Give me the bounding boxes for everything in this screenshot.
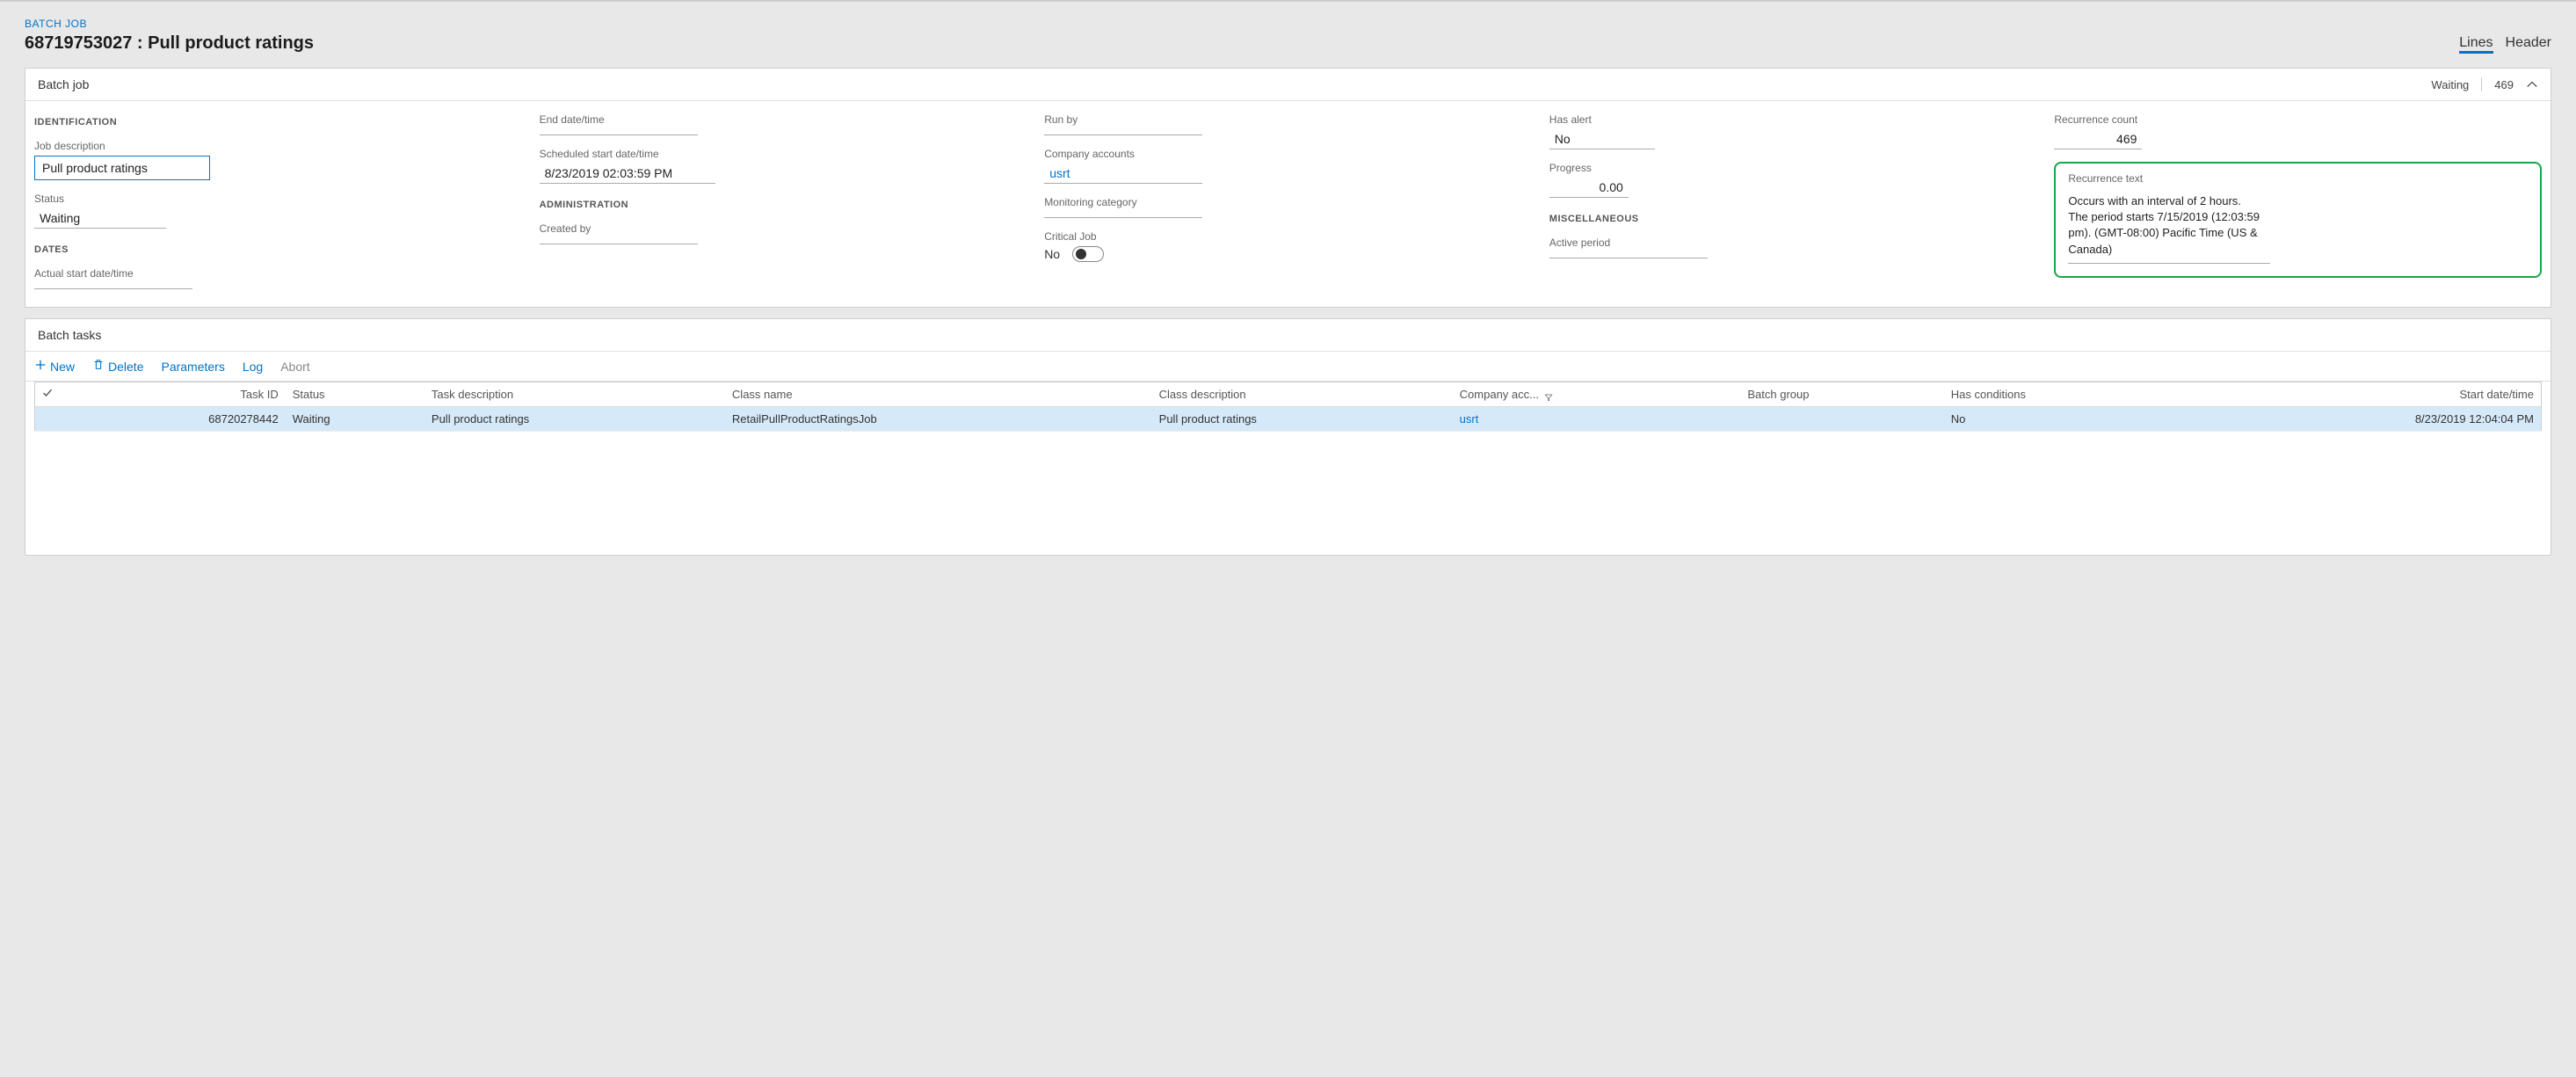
col-alert-misc: Has alert No Progress 0.00 MISCELLANEOUS…	[1549, 113, 2037, 289]
batch-tasks-title: Batch tasks	[38, 328, 101, 342]
col-identification: IDENTIFICATION Job description Status Wa…	[34, 113, 522, 289]
scheduled-start-label: Scheduled start date/time	[540, 148, 1027, 160]
monitoring-category-label: Monitoring category	[1044, 196, 1532, 208]
progress-value: 0.00	[1549, 178, 1629, 198]
run-by-value	[1044, 129, 1202, 135]
critical-job-value: No	[1044, 247, 1060, 261]
col-class-description[interactable]: Class description	[1152, 382, 1453, 407]
status-label: Status	[34, 193, 522, 205]
title-row: 68719753027 : Pull product ratings Lines…	[25, 33, 2551, 54]
cell-class-name: RetailPullProductRatingsJob	[725, 407, 1152, 432]
cell-company-accounts[interactable]: usrt	[1453, 407, 1741, 432]
critical-job-label: Critical Job	[1044, 230, 1532, 243]
progress-label: Progress	[1549, 162, 2037, 174]
company-accounts-label: Company accounts	[1044, 148, 1532, 160]
col-dates-admin: End date/time Scheduled start date/time …	[540, 113, 1027, 289]
cell-class-description: Pull product ratings	[1152, 407, 1453, 432]
cell-status: Waiting	[286, 407, 424, 432]
administration-heading: ADMINISTRATION	[540, 200, 1027, 210]
col-select[interactable]	[35, 382, 61, 407]
batch-tasks-grid: Task ID Status Task description Class na…	[34, 382, 2542, 432]
col-company-accounts[interactable]: Company acc...	[1453, 382, 1741, 407]
col-status[interactable]: Status	[286, 382, 424, 407]
grid-header-row: Task ID Status Task description Class na…	[35, 382, 2542, 407]
job-description-label: Job description	[34, 140, 522, 152]
active-period-value	[1549, 252, 1708, 258]
breadcrumb[interactable]: BATCH JOB	[25, 18, 2551, 30]
batch-job-panel-title: Batch job	[38, 77, 89, 91]
col-start-date[interactable]: Start date/time	[2183, 382, 2542, 407]
job-description-input[interactable]	[34, 156, 210, 180]
recurrence-text-value: Occurs with an interval of 2 hours. The …	[2068, 188, 2270, 264]
batch-job-panel-header[interactable]: Batch job Waiting 469	[25, 69, 2551, 101]
tab-lines[interactable]: Lines	[2459, 35, 2493, 54]
grid-empty-space	[25, 440, 2551, 555]
status-value: Waiting	[34, 208, 166, 229]
end-date-value	[540, 129, 698, 135]
cell-task-id: 68720278442	[60, 407, 286, 432]
has-alert-value: No	[1549, 129, 1655, 149]
cell-start-date: 8/23/2019 12:04:04 PM	[2183, 407, 2542, 432]
filter-icon[interactable]	[1544, 391, 1553, 400]
batch-tasks-toolbar: New Delete Parameters Log Abort	[25, 352, 2551, 382]
col-has-conditions[interactable]: Has conditions	[1944, 382, 2183, 407]
tab-header[interactable]: Header	[2506, 35, 2551, 54]
col-batch-group[interactable]: Batch group	[1740, 382, 1943, 407]
cell-batch-group	[1740, 407, 1943, 432]
page-root: BATCH JOB 68719753027 : Pull product rat…	[0, 2, 2576, 582]
actual-start-value	[34, 283, 192, 289]
created-by-value	[540, 238, 698, 244]
parameters-button[interactable]: Parameters	[161, 360, 224, 374]
col-task-id[interactable]: Task ID	[60, 382, 286, 407]
recurrence-text-label: Recurrence text	[2068, 172, 2528, 185]
batch-job-count-summary: 469	[2494, 78, 2514, 91]
chevron-up-icon[interactable]	[2526, 78, 2538, 91]
new-button-label: New	[50, 360, 75, 374]
col-class-name[interactable]: Class name	[725, 382, 1152, 407]
cell-task-description: Pull product ratings	[424, 407, 725, 432]
batch-job-status-summary: Waiting	[2431, 78, 2469, 91]
trash-icon	[92, 359, 105, 374]
dates-heading: DATES	[34, 244, 522, 255]
check-icon	[42, 388, 53, 401]
run-by-label: Run by	[1044, 113, 1532, 126]
critical-job-toggle[interactable]	[1072, 246, 1104, 262]
scheduled-start-input[interactable]	[540, 164, 715, 184]
batch-tasks-panel-header[interactable]: Batch tasks	[25, 319, 2551, 352]
misc-heading: MISCELLANEOUS	[1549, 214, 2037, 224]
abort-button: Abort	[280, 360, 309, 374]
cell-has-conditions: No	[1944, 407, 2183, 432]
col-recurrence: Recurrence count 469 Recurrence text Occ…	[2054, 113, 2542, 289]
table-row[interactable]: 68720278442 Waiting Pull product ratings…	[35, 407, 2542, 432]
plus-icon	[34, 359, 47, 374]
active-period-label: Active period	[1549, 237, 2037, 249]
recurrence-highlight: Recurrence text Occurs with an interval …	[2054, 162, 2542, 278]
row-selector[interactable]	[35, 407, 61, 432]
view-switch: Lines Header	[2459, 35, 2551, 54]
batch-tasks-panel: Batch tasks New Delete Parameters Log Ab…	[25, 318, 2551, 556]
new-button[interactable]: New	[34, 359, 75, 374]
batch-job-panel: Batch job Waiting 469 IDENTIFICATION Job…	[25, 68, 2551, 308]
col-runby: Run by Company accounts usrt Monitoring …	[1044, 113, 1532, 289]
end-date-label: End date/time	[540, 113, 1027, 126]
company-accounts-value[interactable]: usrt	[1044, 164, 1202, 184]
actual-start-label: Actual start date/time	[34, 267, 522, 280]
delete-button-label: Delete	[108, 360, 143, 374]
has-alert-label: Has alert	[1549, 113, 2037, 126]
monitoring-category-value	[1044, 212, 1202, 218]
delete-button[interactable]: Delete	[92, 359, 143, 374]
col-task-description[interactable]: Task description	[424, 382, 725, 407]
divider	[2481, 77, 2482, 91]
recurrence-count-label: Recurrence count	[2054, 113, 2542, 126]
identification-heading: IDENTIFICATION	[34, 117, 522, 127]
log-button[interactable]: Log	[243, 360, 263, 374]
created-by-label: Created by	[540, 222, 1027, 235]
page-title: 68719753027 : Pull product ratings	[25, 33, 314, 54]
col-company-accounts-label: Company acc...	[1460, 388, 1539, 401]
recurrence-count-value: 469	[2054, 129, 2142, 149]
